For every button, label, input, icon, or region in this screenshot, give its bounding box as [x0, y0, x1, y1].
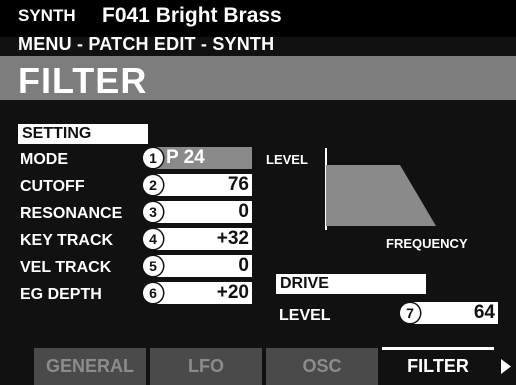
graph-frequency-label: FREQUENCY — [386, 236, 468, 251]
eg-depth-label: EG DEPTH — [20, 286, 102, 303]
setting-section-label: SETTING — [18, 124, 148, 144]
breadcrumb: MENU - PATCH EDIT - SYNTH — [18, 34, 275, 54]
tab-osc[interactable]: OSC — [266, 348, 378, 385]
page-title: FILTER — [18, 60, 148, 101]
cutoff-value[interactable]: 76 — [152, 174, 252, 196]
badge-1-icon: 1 — [143, 148, 163, 168]
badge-7-icon: 7 — [400, 303, 420, 323]
resonance-label: RESONANCE — [20, 205, 123, 222]
drive-level-value[interactable]: 64 — [408, 302, 498, 324]
eg-depth-value[interactable]: +20 — [152, 282, 252, 304]
engine-label: SYNTH — [18, 6, 76, 25]
vel-track-label: VEL TRACK — [20, 259, 112, 276]
mode-value[interactable]: P 24 — [152, 147, 252, 169]
vel-track-value[interactable]: 0 — [152, 255, 252, 277]
badge-5-icon: 5 — [143, 256, 163, 276]
badge-2-icon: 2 — [143, 175, 163, 195]
patch-name: F041 Bright Brass — [102, 4, 282, 27]
cutoff-label: CUTOFF — [20, 178, 85, 195]
drive-level-label: LEVEL — [279, 307, 331, 324]
tab-lfo[interactable]: LFO — [150, 348, 262, 385]
resonance-value[interactable]: 0 — [152, 201, 252, 223]
key-track-value[interactable]: +32 — [152, 228, 252, 250]
tab-general[interactable]: GENERAL — [34, 348, 146, 385]
badge-3-icon: 3 — [143, 202, 163, 222]
drive-section-label: DRIVE — [276, 274, 426, 294]
key-track-label: KEY TRACK — [20, 232, 114, 249]
filter-response-graph — [325, 148, 436, 230]
triangle-right-icon — [501, 359, 511, 374]
badge-6-icon: 6 — [143, 283, 163, 303]
filter-curve — [326, 165, 436, 226]
tab-filter[interactable]: FILTER — [382, 347, 494, 385]
next-page-button[interactable] — [496, 348, 516, 385]
badge-4-icon: 4 — [143, 229, 163, 249]
synth-display: SYNTH F041 Bright Brass MENU - PATCH EDI… — [0, 0, 516, 385]
mode-label: MODE — [20, 151, 68, 168]
graph-level-label: LEVEL — [266, 152, 308, 167]
